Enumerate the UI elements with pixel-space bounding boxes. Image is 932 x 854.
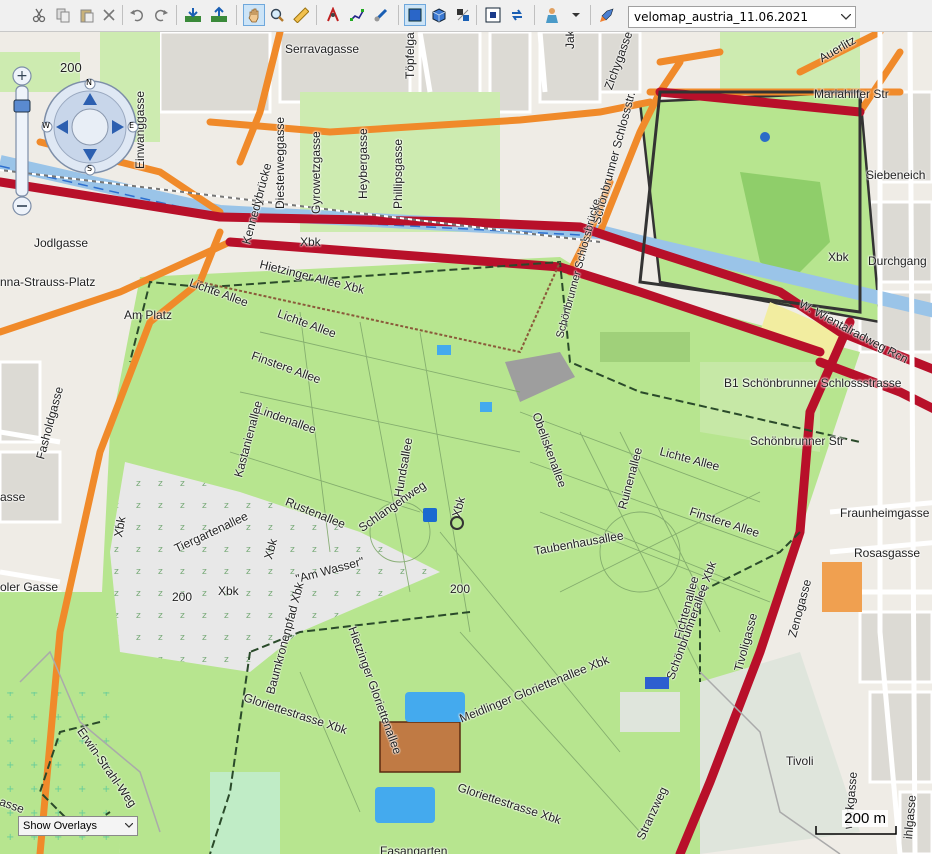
place-label: Fasangarten — [380, 844, 448, 854]
copy-icon[interactable] — [52, 4, 74, 26]
contour-label: 200 — [450, 582, 471, 596]
parking-icon — [645, 677, 669, 689]
street-label: Serravagasse — [285, 42, 360, 56]
street-label: Jodlgasse — [34, 236, 89, 250]
street-label: Rosasgasse — [854, 546, 921, 560]
sports-icon — [822, 562, 862, 612]
chevron-down-icon — [125, 823, 133, 828]
zoom-slider[interactable]: + — [10, 66, 36, 220]
paste-icon[interactable] — [76, 4, 98, 26]
street-label: Fraunheimgasse — [840, 506, 930, 520]
3d-icon[interactable] — [428, 4, 450, 26]
street-label: Jak — [563, 32, 577, 49]
compass-west: W — [42, 121, 50, 130]
street-label: Xbk — [218, 584, 239, 598]
route-icon[interactable] — [322, 4, 344, 26]
compass-south: S — [87, 164, 93, 173]
pan-compass[interactable]: N S E W — [40, 77, 140, 177]
street-label: Xbk — [828, 250, 849, 264]
place-label: Tivoli — [786, 754, 814, 768]
select-icon[interactable] — [404, 4, 426, 26]
info-icon — [423, 508, 437, 522]
poi-icon — [760, 132, 770, 142]
zoom-icon[interactable] — [266, 4, 288, 26]
street-label: B1 Schönbrunner Schlossstrasse — [724, 376, 902, 390]
show-overlays-label: Show Overlays — [23, 820, 97, 832]
sync-icon[interactable] — [506, 4, 528, 26]
street-label: Xbk — [300, 235, 321, 249]
contour-label: 200 — [172, 590, 193, 604]
track-icon[interactable] — [346, 4, 368, 26]
map-view[interactable]: z + — [0, 32, 932, 854]
street-label: nna-Strauss-Platz — [0, 275, 96, 289]
street-label: Heybergasse — [356, 128, 370, 199]
street-label: oler Gasse — [0, 580, 59, 594]
scale-bar: 200 m — [814, 806, 898, 836]
toolbar: velomap_austria_11.06.2021 — [0, 0, 932, 32]
fit-icon[interactable] — [482, 4, 504, 26]
pan-icon[interactable] — [243, 4, 265, 26]
street-label: Durchgang — [868, 254, 927, 268]
show-overlays-select[interactable]: Show Overlays — [18, 816, 138, 836]
delete-icon[interactable] — [98, 4, 120, 26]
street-label: Gyrowetzgasse — [309, 131, 323, 214]
scale-bar-label: 200 m — [842, 810, 888, 827]
measure-icon[interactable] — [290, 4, 312, 26]
compass-east: E — [129, 121, 135, 130]
compass-north: N — [86, 78, 92, 87]
street-label: Phillipsgasse — [391, 138, 405, 209]
poi-icon — [450, 516, 464, 530]
street-label: Schönbrunner Str — [750, 434, 845, 448]
layers-icon[interactable] — [452, 4, 474, 26]
street-label: Am Platz — [124, 308, 173, 322]
street-label: Diesterweggasse — [273, 116, 287, 209]
redo-icon[interactable] — [150, 4, 172, 26]
cut-icon[interactable] — [28, 4, 50, 26]
street-label: Mariahilfer Str — [814, 87, 889, 101]
rocket-icon[interactable] — [596, 4, 618, 26]
undo-icon[interactable] — [126, 4, 148, 26]
svg-text:+: + — [16, 68, 28, 84]
receive-icon[interactable] — [182, 4, 204, 26]
user-icon[interactable] — [540, 4, 584, 26]
chevron-down-icon — [841, 14, 851, 20]
street-label: asse — [0, 490, 26, 504]
send-icon[interactable] — [208, 4, 230, 26]
map-selector-value: velomap_austria_11.06.2021 — [634, 10, 809, 24]
street-label: Töpfelgasse — [403, 32, 417, 79]
street-label: Siebeneich — [866, 168, 926, 182]
map-selector[interactable]: velomap_austria_11.06.2021 — [628, 6, 856, 28]
zoom-level-label: 200 — [60, 60, 82, 75]
waypoint-icon[interactable] — [370, 4, 392, 26]
